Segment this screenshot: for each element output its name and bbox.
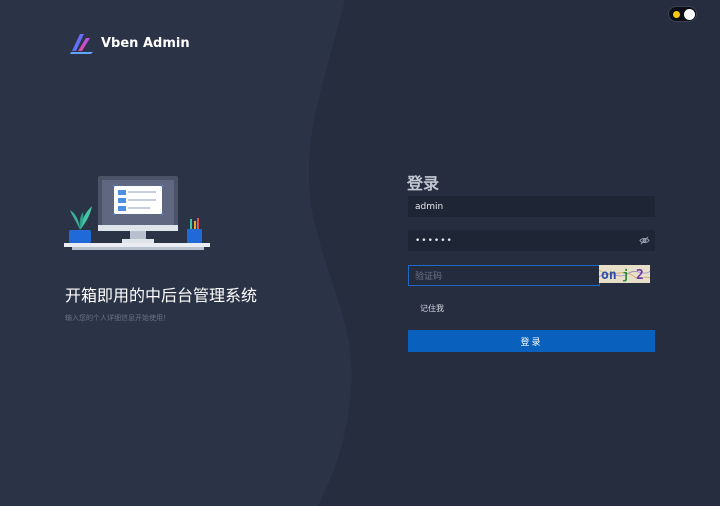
svg-text:j: j: [622, 268, 629, 282]
vben-logo-icon: [70, 34, 93, 54]
eye-off-icon[interactable]: [639, 235, 650, 246]
remember-me[interactable]: 记住我: [420, 303, 444, 314]
login-page: Vben Admin 开箱即用的中后台管理系统 输入您的个人详细信息开始使用！ …: [0, 0, 720, 506]
computer-illustration: [64, 176, 210, 250]
username-input[interactable]: admin: [408, 196, 655, 217]
login-title: 登录: [407, 174, 440, 193]
toggle-knob: [684, 9, 695, 20]
svg-text:2: 2: [636, 268, 644, 283]
slogan-subtitle: 输入您的个人详细信息开始使用！: [65, 314, 170, 322]
login-button[interactable]: 登录: [408, 330, 655, 352]
theme-toggle[interactable]: [668, 6, 697, 22]
captcha-image[interactable]: on j 2: [599, 265, 650, 283]
remember-me-label: 记住我: [420, 304, 444, 313]
password-input[interactable]: ••••••: [408, 230, 655, 251]
logo[interactable]: Vben Admin: [69, 31, 190, 55]
app-title: Vben Admin: [101, 35, 190, 51]
captcha-input[interactable]: 验证码: [408, 265, 600, 286]
sun-icon: [673, 11, 680, 18]
svg-text:on: on: [601, 268, 617, 283]
slogan: 开箱即用的中后台管理系统: [65, 286, 258, 305]
